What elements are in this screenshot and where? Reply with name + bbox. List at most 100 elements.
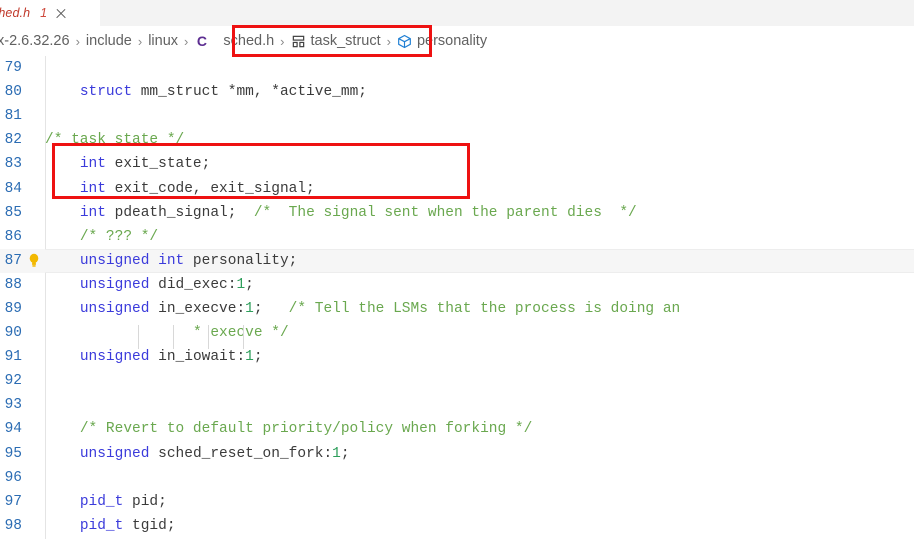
code-line[interactable]: 81 [0,104,914,128]
glyph-margin[interactable] [22,177,45,201]
code-line-text: /* ??? */ [45,229,914,245]
line-number: 90 [4,325,22,342]
breadcrumb-item-personality[interactable]: personality [397,33,487,49]
code-line[interactable]: 85 int pdeath_signal; /* The signal sent… [0,201,914,225]
line-number: 86 [4,228,22,245]
glyph-margin[interactable] [22,490,45,514]
code-line[interactable]: 95 unsigned sched_reset_on_fork:1; [0,442,914,466]
code-token: did_exec: [149,276,237,293]
glyph-margin[interactable] [22,345,45,369]
code-token: /* ??? */ [79,228,159,245]
code-token: personality; [184,252,298,269]
code-line[interactable]: 98 pid_t tgid; [0,514,914,538]
glyph-margin[interactable] [22,393,45,417]
code-line-text: unsigned in_iowait:1; [45,349,914,365]
line-number: 98 [4,517,22,534]
glyph-margin[interactable] [22,128,45,152]
code-editor[interactable]: 79 80 struct mm_struct *mm, *active_mm; 81… [0,56,914,539]
line-number: 83 [4,156,22,173]
code-token: /* Tell the LSMs that the process is doi… [288,300,681,317]
code-line-text: int exit_code, exit_signal; [45,181,914,197]
breadcrumb-item-task-struct[interactable]: task_struct [291,33,381,49]
code-line-text: unsigned in_execve:1; /* Tell the LSMs t… [45,301,914,317]
code-token: sched_reset_on_fork: [149,445,333,462]
glyph-margin[interactable] [22,514,45,538]
code-line[interactable]: 92 [0,369,914,393]
code-line-text: unsigned sched_reset_on_fork:1; [45,446,914,462]
glyph-margin[interactable] [22,417,45,441]
code-line[interactable]: 88 unsigned did_exec:1; [0,273,914,297]
lightbulb-icon[interactable] [29,253,39,268]
code-line[interactable]: 79 [0,56,914,80]
close-icon[interactable] [54,6,68,20]
code-line[interactable]: 82 /* task state */ [0,128,914,152]
line-number: 94 [4,421,22,438]
editor-tab-schedh[interactable]: ched.h 1 [0,0,100,26]
glyph-margin[interactable] [22,152,45,176]
code-token: 1 [332,445,341,462]
glyph-margin[interactable] [22,321,45,345]
glyph-margin[interactable] [22,466,45,490]
breadcrumb-item-linux[interactable]: linux [148,33,178,49]
glyph-margin[interactable] [22,249,45,273]
code-line[interactable]: 80 struct mm_struct *mm, *active_mm; [0,80,914,104]
glyph-margin[interactable] [22,369,45,393]
breadcrumb-item-include[interactable]: include [86,33,132,49]
glyph-margin[interactable] [22,201,45,225]
code-line-text: pid_t pid; [45,494,914,510]
code-line-text: unsigned did_exec:1; [45,277,914,293]
code-line[interactable]: 91 unsigned in_iowait:1; [0,345,914,369]
code-line[interactable]: 89 unsigned in_execve:1; /* Tell the LSM… [0,297,914,321]
code-token: exit_code, exit_signal; [105,180,315,197]
code-token: 1 [236,276,246,293]
code-line[interactable]: 90 * execve */ [0,321,914,350]
glyph-margin[interactable] [22,225,45,249]
code-token: int [79,156,106,173]
glyph-margin[interactable] [22,273,45,297]
code-token: unsigned int [79,252,185,269]
breadcrumb-separator: › [75,33,80,49]
line-number: 84 [4,180,22,197]
c-file-icon: C [196,32,207,49]
struct-icon [291,34,306,49]
editor-tab-bar: ched.h 1 [0,0,914,27]
line-number: 95 [4,445,22,462]
breadcrumb-separator: › [280,33,285,49]
breadcrumb-item-label: include [85,33,132,49]
code-line[interactable]: 93 [0,393,914,417]
glyph-margin[interactable] [22,56,45,80]
code-line[interactable]: 83 int exit_state; [0,152,914,176]
code-token: 1 [245,300,254,317]
code-line[interactable]: 84 int exit_code, exit_signal; [0,176,914,200]
code-token: pdeath_signal; [105,204,254,221]
glyph-margin[interactable] [22,104,45,128]
code-token: struct [79,84,133,101]
code-line[interactable]: 87 unsigned int personality; [0,248,914,273]
code-token: ; [253,349,263,366]
code-token: 1 [245,349,254,366]
line-number: 82 [4,132,22,149]
breadcrumb-item-label: personality [416,33,488,49]
glyph-margin[interactable] [22,297,45,321]
code-line[interactable]: 94 /* Revert to default priority/policy … [0,417,914,441]
breadcrumb-item-project[interactable]: x-2.6.32.26 [0,33,70,49]
code-line-text: /* task state */ [45,132,914,148]
code-token: int [79,204,106,221]
breadcrumb-item-label: task_struct [310,33,381,49]
code-line[interactable]: 96 [0,466,914,490]
breadcrumb-separator: › [137,33,143,49]
glyph-margin[interactable] [22,442,45,466]
breadcrumb-separator: › [184,33,189,49]
code-line[interactable]: 97 pid_t pid; [0,490,914,514]
code-line-text: struct mm_struct *mm, *active_mm; [45,84,914,100]
breadcrumb-item-label: linux [148,33,179,49]
breadcrumb-item-schedh[interactable]: C sched.h [194,33,274,49]
code-line[interactable]: 86 /* ??? */ [0,225,914,249]
glyph-margin[interactable] [22,80,45,104]
line-number: 93 [4,397,22,414]
